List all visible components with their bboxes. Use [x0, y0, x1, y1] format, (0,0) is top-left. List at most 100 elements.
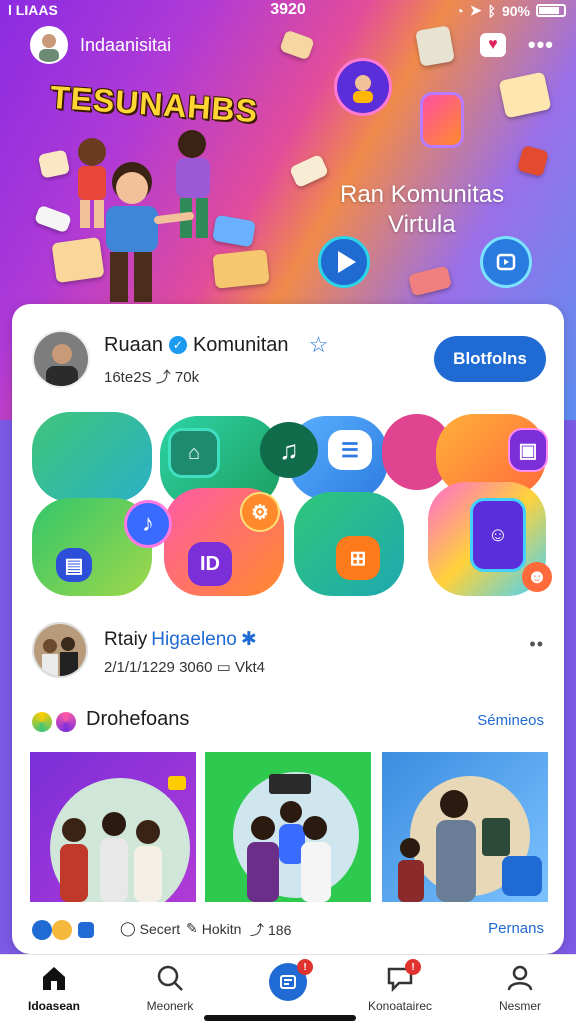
- reactions[interactable]: [32, 920, 94, 940]
- tab-home-label: Idoasean: [27, 999, 81, 1013]
- hero-title: TESUNAHBS: [49, 78, 260, 130]
- app-icon[interactable]: ▤: [56, 548, 92, 582]
- section-see-all-link[interactable]: Sémineos: [477, 712, 544, 729]
- battery-icon: [536, 4, 566, 17]
- post-more-icon[interactable]: ••: [529, 634, 544, 655]
- post-avatar[interactable]: [32, 622, 88, 678]
- photo-thumbnail[interactable]: [382, 752, 548, 902]
- profile-icon: [505, 963, 535, 993]
- section-icon: [56, 712, 76, 732]
- home-icon: [39, 963, 69, 993]
- avatar[interactable]: [30, 26, 68, 64]
- sticker-tile: [288, 153, 330, 189]
- post-author: Rtaiy Higaeleno ✱: [104, 628, 257, 651]
- post-timestamp: 2/1/1/1229 3060: [104, 659, 213, 676]
- chat-reaction-icon: [78, 922, 94, 938]
- community-avatar[interactable]: [32, 330, 90, 388]
- wifi-icon: ◔: [455, 2, 464, 19]
- community-name-text: Ruaan: [104, 333, 163, 356]
- follow-button[interactable]: Blotfolns: [434, 336, 546, 382]
- compose-icon: [280, 975, 296, 989]
- app-icon[interactable]: ID: [188, 542, 232, 586]
- tab-home[interactable]: Idoasean: [4, 963, 104, 1013]
- actions-link[interactable]: Pernans: [488, 920, 544, 937]
- status-right: ◔ ➤ ᛒ 90%: [455, 2, 566, 19]
- star-badge-icon: ✱: [240, 629, 257, 650]
- search-icon: [155, 963, 185, 993]
- post-actions: ◯ Secert ✎ Hokitn ⤴ 186 Pernans: [32, 916, 544, 946]
- avatar-icon[interactable]: ☻: [522, 562, 552, 592]
- post-author-handle: Higaeleno: [151, 628, 237, 650]
- sticker-tile: [498, 71, 552, 119]
- app-mosaic: ⌂ ♫ ☰ ▣ ♪ ID ⚙ ⊞ ▤ ☺ ☻: [32, 412, 552, 598]
- group-photo: [398, 790, 542, 902]
- post-author-name: Rtaiy: [104, 628, 148, 650]
- hero-subtitle: Ran Komunitas Virtula: [340, 180, 504, 240]
- section-title: Drohefoans: [86, 708, 190, 730]
- share-count: 186: [268, 922, 292, 938]
- username: Indaanisitai: [80, 34, 172, 55]
- app-icon[interactable]: ⊞: [336, 536, 380, 580]
- group-photo: [247, 774, 331, 902]
- pencil-icon: ✎: [186, 920, 198, 936]
- message-badge: !: [405, 959, 421, 975]
- section-icons: [32, 712, 76, 732]
- sticker-tile: [279, 29, 315, 61]
- hero-subtitle-line2: Virtula: [388, 211, 456, 238]
- share-arrow-icon: ⤴: [155, 369, 175, 386]
- group-photo: [60, 776, 186, 902]
- community-name: Ruaan ✓ Komunitan ☆: [104, 332, 328, 358]
- profile-header[interactable]: Indaanisitai: [30, 26, 171, 64]
- comment-bubble-icon: ◯: [120, 920, 136, 936]
- edit-action[interactable]: ✎ Hokitn: [186, 920, 241, 937]
- heart-icon[interactable]: ♥: [479, 33, 506, 57]
- community-meta-text: 16te2S: [104, 369, 152, 386]
- chat-app-icon[interactable]: ☰: [328, 430, 372, 470]
- bluetooth-icon: ᛒ: [487, 2, 496, 19]
- community-share-count: 70k: [174, 369, 200, 386]
- post-meta: 2/1/1/1229 3060 ▭ Vkt4: [104, 658, 265, 676]
- emoji-reaction-icon: [52, 920, 72, 940]
- music-app-icon[interactable]: ♫: [260, 422, 318, 478]
- verified-icon: ✓: [168, 336, 187, 354]
- top-actions: ♥ •••: [479, 32, 554, 58]
- share-icon: [496, 253, 516, 271]
- comment-label: Secert: [139, 920, 181, 937]
- star-icon[interactable]: ☆: [309, 332, 329, 358]
- comment-icon: ▭: [216, 659, 235, 676]
- avatar-bubble: [334, 58, 392, 116]
- tab-messages[interactable]: ! Konoatairec: [350, 959, 450, 1013]
- share-button[interactable]: [480, 236, 532, 288]
- tab-create[interactable]: !: [238, 959, 338, 1001]
- app-icon[interactable]: ⌂: [168, 428, 220, 478]
- share-arrow-icon: ⤴: [250, 922, 264, 938]
- location-icon: ➤: [469, 2, 482, 18]
- bottom-tab-bar: Idoasean Meonerk ! ! Konoatairec Nesmer: [0, 954, 576, 1024]
- tab-profile[interactable]: Nesmer: [470, 963, 570, 1013]
- like-reaction-icon: [32, 920, 52, 940]
- app-icon[interactable]: ⚙: [240, 492, 280, 532]
- app-icon[interactable]: ▣: [508, 428, 548, 472]
- community-card: Ruaan ✓ Komunitan ☆ 16te2S ⤴ 70k Blotfol…: [12, 304, 564, 954]
- section-icon: [32, 712, 52, 732]
- play-icon: [337, 251, 356, 273]
- sticker-tile: [517, 145, 549, 177]
- hero-subtitle-line1: Ran Komunitas: [340, 181, 505, 208]
- photo-thumbnail[interactable]: [205, 752, 371, 902]
- play-button[interactable]: [318, 236, 370, 288]
- create-button[interactable]: !: [269, 959, 313, 1001]
- sticker-tile: [407, 265, 453, 297]
- tab-search[interactable]: Meonerk: [120, 963, 220, 1013]
- more-icon[interactable]: •••: [528, 32, 554, 58]
- share-action[interactable]: ⤴ 186: [250, 920, 291, 940]
- profile-app-icon[interactable]: ☺: [470, 498, 526, 572]
- comment-action[interactable]: ◯ Secert: [120, 920, 180, 937]
- music-note-icon[interactable]: ♪: [124, 500, 172, 548]
- photo-thumbnail[interactable]: [30, 752, 196, 902]
- sticker-tile: [415, 25, 455, 67]
- battery-percent: 90%: [501, 2, 530, 19]
- tab-profile-label: Nesmer: [498, 999, 541, 1013]
- edit-label: Hokitn: [201, 920, 242, 937]
- chat-icon: !: [385, 959, 421, 993]
- community-meta: 16te2S ⤴ 70k: [104, 366, 199, 387]
